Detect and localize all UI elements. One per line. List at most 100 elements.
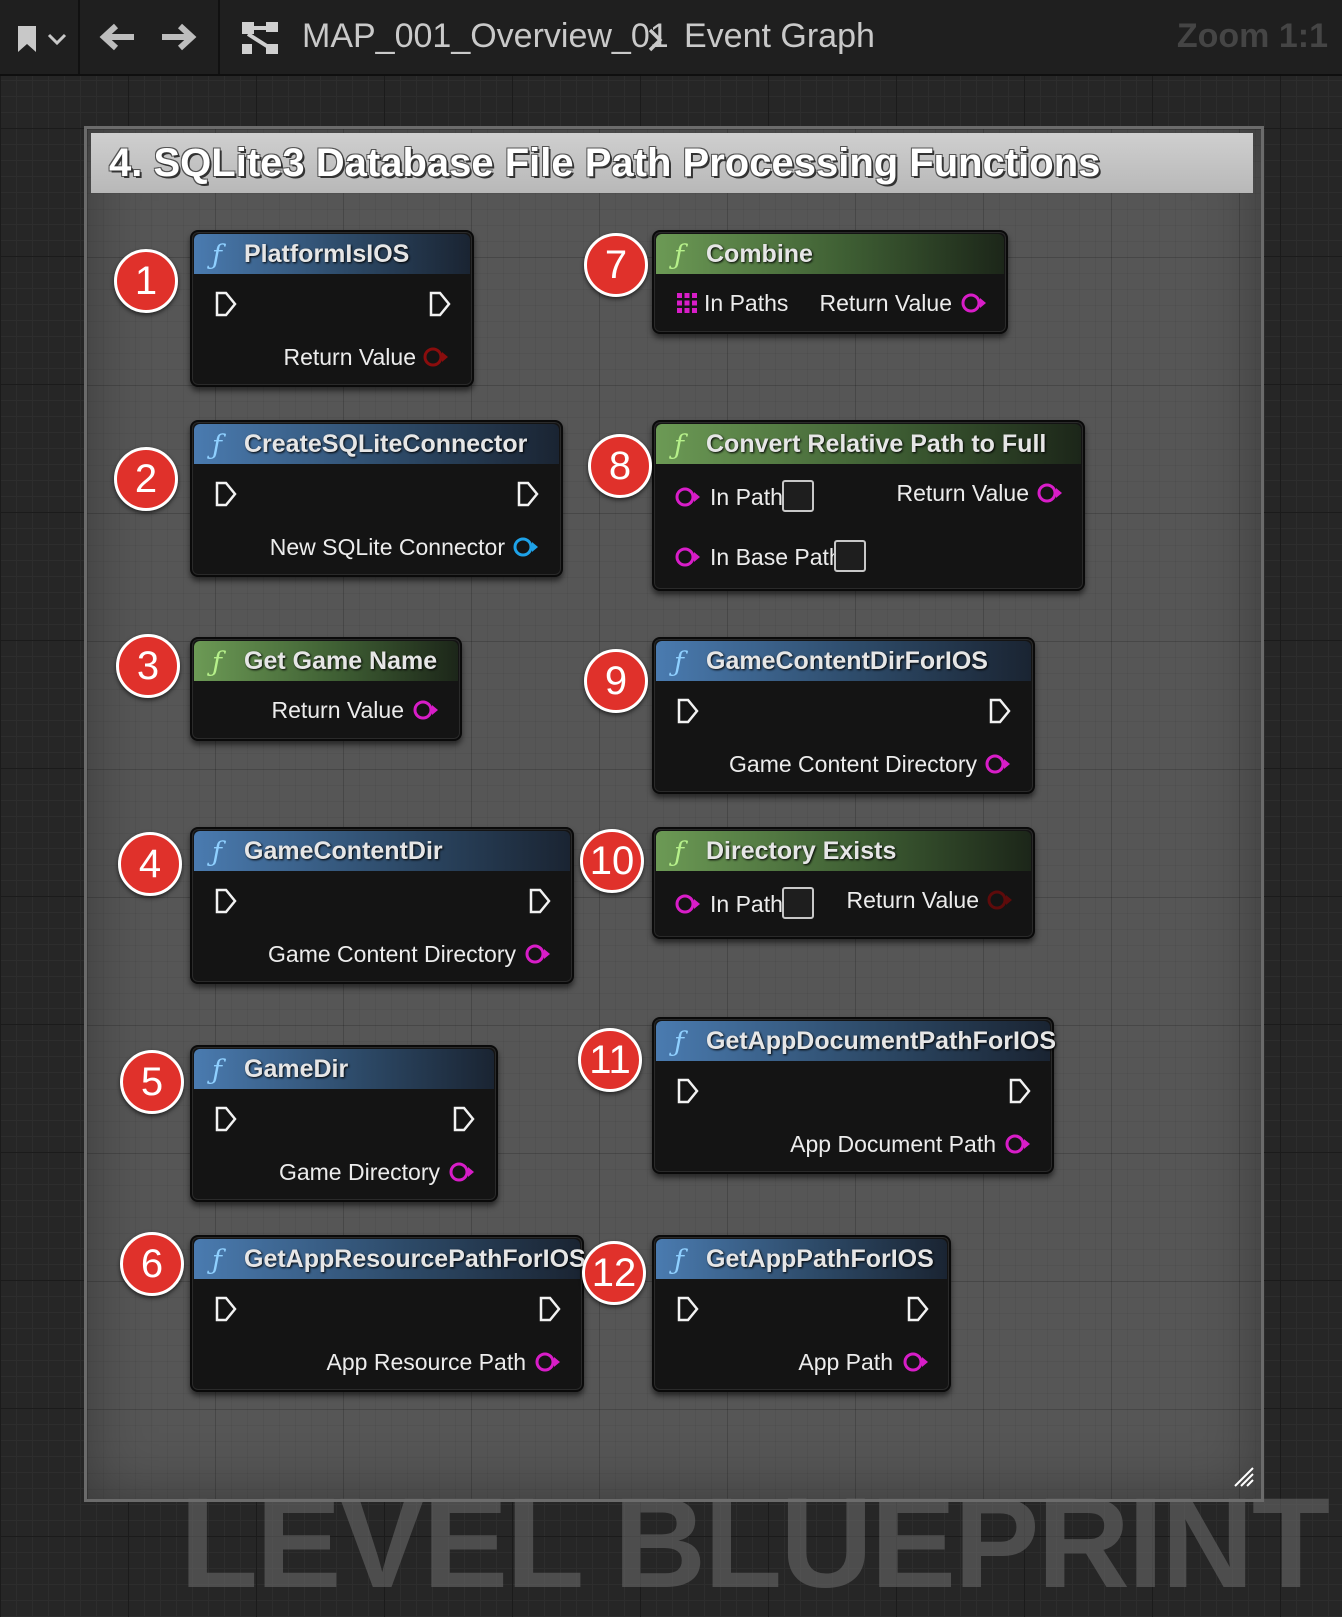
comment-title: 4. SQLite3 Database File Path Processing… [109,141,1101,185]
node-title: PlatformIsIOS [244,240,410,268]
node-header[interactable]: ƒ PlatformIsIOS [194,234,470,274]
node-title: GetAppPathForIOS [706,1245,934,1273]
exec-out-pin-icon[interactable] [452,1105,476,1138]
node-directory-exists[interactable]: ƒ Directory Exists In Path Return Value [652,827,1035,939]
node-get-app-path-for-ios[interactable]: ƒ GetAppPathForIOS App Path [652,1235,951,1392]
node-title: GameContentDirForIOS [706,647,988,675]
string-output-pin-icon[interactable] [412,699,440,726]
exec-in-pin-icon[interactable] [676,697,700,730]
exec-in-pin-icon[interactable] [214,480,238,513]
exec-in-pin-icon[interactable] [214,1105,238,1138]
exec-out-pin-icon[interactable] [516,480,540,513]
node-game-content-dir[interactable]: ƒ GameContentDir Game Content Directory [190,827,574,984]
string-output-pin-icon[interactable] [902,1351,930,1378]
node-title: Get Game Name [244,647,438,675]
graph-toolbar: MAP_001_Overview_01 Event Graph Zoom 1:1 [0,0,1342,76]
node-title: CreateSQLiteConnector [244,430,528,458]
in-path-value-box[interactable] [782,887,814,919]
bool-output-pin-icon[interactable] [986,889,1014,916]
string-output-pin-icon[interactable] [960,292,988,319]
exec-out-pin-icon[interactable] [1008,1077,1032,1110]
level-blueprint-watermark: LEVEL BLUEPRINT [179,1472,1330,1615]
output-pin-label: App Path [798,1349,893,1375]
breadcrumb-graph[interactable]: Event Graph [684,17,875,56]
string-output-pin-icon[interactable] [448,1161,476,1188]
node-combine[interactable]: ƒ Combine In Paths Return Value [652,230,1008,334]
string-input-pin-icon[interactable] [674,893,702,920]
number-badge: 8 [588,434,652,498]
output-pin-label: Game Content Directory [268,941,516,967]
forward-arrow-icon[interactable] [160,22,198,57]
node-header[interactable]: ƒ GameDir [194,1049,494,1089]
exec-in-pin-icon[interactable] [214,1295,238,1328]
string-input-pin-icon[interactable] [674,546,702,573]
node-title: GetAppResourcePathForIOS [244,1245,586,1273]
node-get-game-name[interactable]: ƒ Get Game Name Return Value [190,637,462,741]
exec-in-pin-icon[interactable] [676,1077,700,1110]
output-pin-label: Game Content Directory [729,751,977,777]
node-header[interactable]: ƒ GetAppResourcePathForIOS [194,1239,586,1279]
comment-header[interactable]: 4. SQLite3 Database File Path Processing… [91,133,1253,193]
exec-out-pin-icon[interactable] [528,887,552,920]
node-header[interactable]: ƒ GetAppDocumentPathForIOS [656,1021,1056,1061]
node-header[interactable]: ƒ Combine [656,234,1004,274]
node-header[interactable]: ƒ Get Game Name [194,641,458,681]
node-platform-is-ios[interactable]: ƒ PlatformIsIOS Return Value [190,230,474,387]
node-game-dir[interactable]: ƒ GameDir Game Directory [190,1045,498,1202]
node-title: Convert Relative Path to Full [706,430,1047,458]
exec-out-pin-icon[interactable] [538,1295,562,1328]
node-header[interactable]: ƒ Convert Relative Path to Full [656,424,1081,464]
function-icon: ƒ [212,647,222,678]
in-path-value-box[interactable] [782,480,814,512]
function-icon: ƒ [212,1055,222,1086]
in-base-path-value-box[interactable] [834,540,866,572]
node-header[interactable]: ƒ GetAppPathForIOS [656,1239,947,1279]
node-header[interactable]: ƒ GameContentDir [194,831,570,871]
back-arrow-icon[interactable] [98,22,136,57]
function-icon: ƒ [212,240,222,271]
chevron-down-icon[interactable] [46,32,68,51]
node-convert-relative-path-to-full[interactable]: ƒ Convert Relative Path to Full In Path … [652,420,1085,591]
exec-out-pin-icon[interactable] [428,290,452,323]
exec-in-pin-icon[interactable] [214,887,238,920]
breadcrumb-map[interactable]: MAP_001_Overview_01 [302,17,669,56]
string-output-pin-icon[interactable] [1036,482,1064,509]
number-badge: 5 [120,1050,184,1114]
bool-output-pin-icon[interactable] [422,346,450,373]
number-badge: 4 [118,832,182,896]
string-output-pin-icon[interactable] [1004,1133,1032,1160]
output-pin-label: New SQLite Connector [269,534,505,560]
object-output-pin-icon[interactable] [512,536,540,563]
exec-out-pin-icon[interactable] [988,697,1012,730]
bookmark-icon[interactable] [16,24,40,59]
exec-out-pin-icon[interactable] [906,1295,930,1328]
output-pin-label: Return Value [271,697,404,723]
input-pin-label: In Base Path [710,544,842,570]
node-get-app-document-path-for-ios[interactable]: ƒ GetAppDocumentPathForIOS App Document … [652,1017,1056,1174]
array-input-pin-icon[interactable] [676,292,698,319]
exec-in-pin-icon[interactable] [214,290,238,323]
number-badge: 11 [578,1028,642,1092]
input-pin-label: In Path [710,891,783,917]
graph-hierarchy-icon[interactable] [240,20,280,61]
string-output-pin-icon[interactable] [524,943,552,970]
string-output-pin-icon[interactable] [534,1351,562,1378]
string-output-pin-icon[interactable] [984,753,1012,780]
number-badge: 10 [580,829,644,893]
number-badge: 12 [582,1241,646,1305]
number-badge: 3 [116,634,180,698]
node-get-app-resource-path-for-ios[interactable]: ƒ GetAppResourcePathForIOS App Resource … [190,1235,586,1392]
function-icon: ƒ [674,837,684,868]
function-icon: ƒ [674,430,684,461]
string-input-pin-icon[interactable] [674,486,702,513]
input-pin-label: In Paths [704,290,789,316]
node-create-sqlite-connector[interactable]: ƒ CreateSQLiteConnector New SQLite Conne… [190,420,563,577]
node-header[interactable]: ƒ Directory Exists [656,831,1031,871]
node-game-content-dir-for-ios[interactable]: ƒ GameContentDirForIOS Game Content Dire… [652,637,1035,794]
node-header[interactable]: ƒ GameContentDirForIOS [656,641,1031,681]
output-pin-label: Return Value [846,887,979,913]
number-badge: 6 [120,1232,184,1296]
node-header[interactable]: ƒ CreateSQLiteConnector [194,424,559,464]
exec-in-pin-icon[interactable] [676,1295,700,1328]
output-pin-label: Return Value [283,344,416,370]
